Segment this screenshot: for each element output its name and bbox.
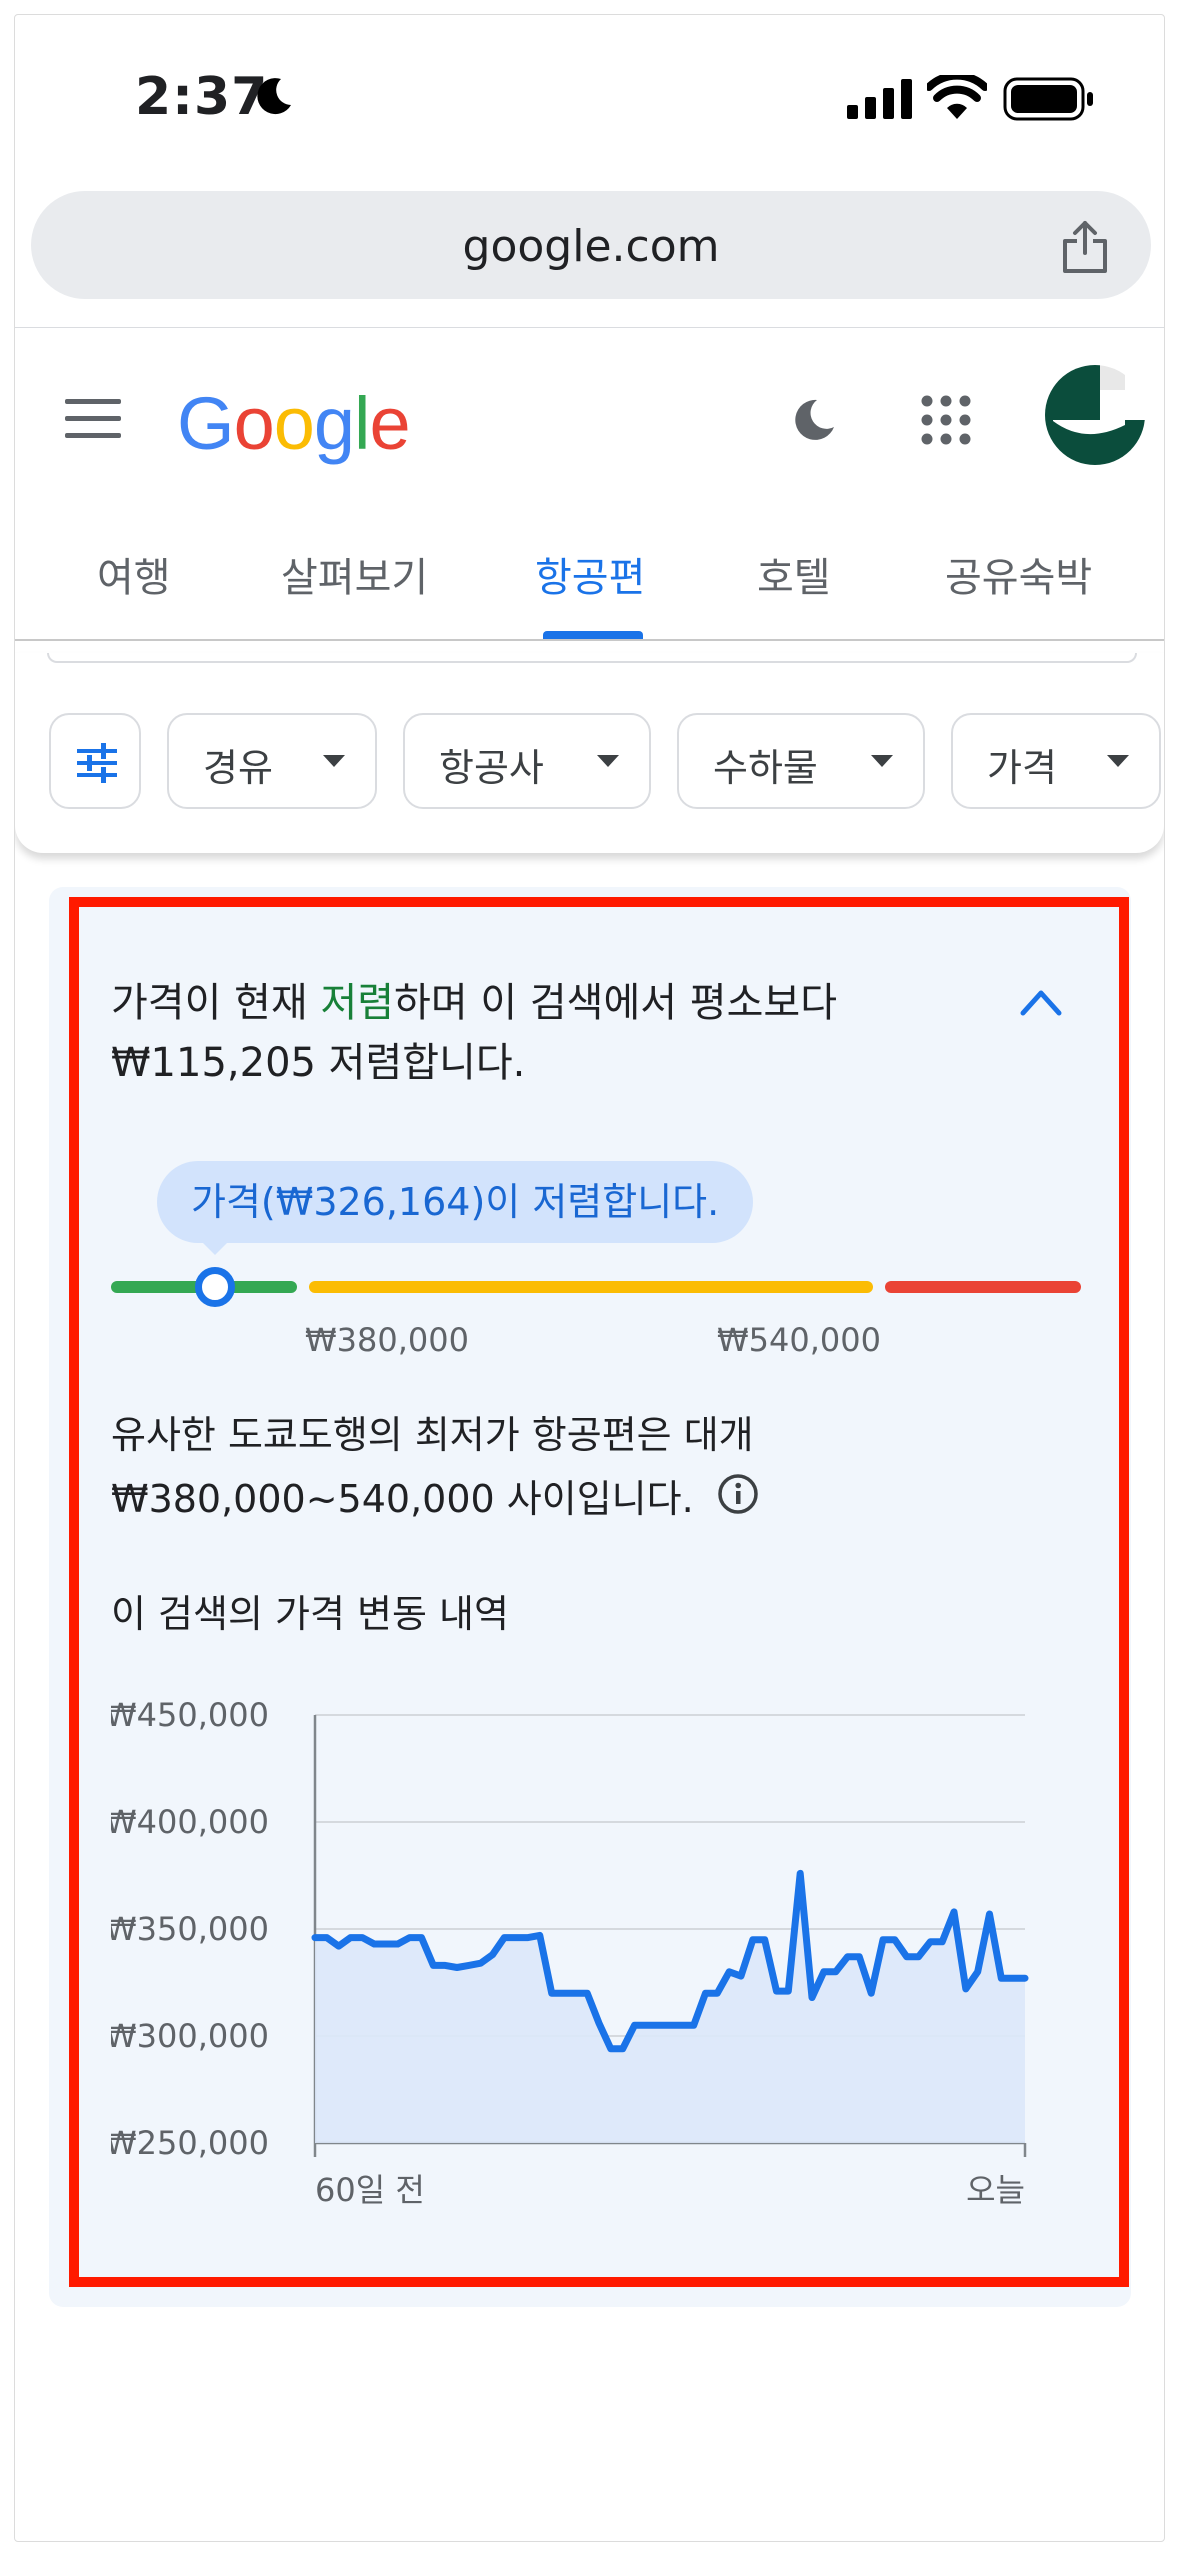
status-bar: 2:37 [15, 15, 1164, 165]
hamburger-menu-icon[interactable] [65, 399, 121, 439]
logo-letter: l [354, 382, 370, 465]
active-tab-indicator [543, 631, 643, 639]
logo-letter: e [369, 382, 410, 465]
x-tick-label: 오늘 [966, 2171, 1025, 2209]
y-tick-label: ₩300,000 [111, 2017, 269, 2055]
filter-label: 수하물 [713, 746, 818, 790]
collapse-chevron-up-icon[interactable] [1019, 987, 1063, 1017]
filter-stops-chip[interactable]: 경유 [167, 713, 377, 809]
range-low-tick: ₩380,000 [305, 1321, 469, 1359]
logo-letter: G [177, 382, 235, 465]
headline-cheap-word: 저렴 [320, 980, 395, 1026]
dropdown-caret-icon [871, 755, 893, 767]
logo-letter: g [313, 382, 355, 465]
address-bar[interactable]: google.com [31, 191, 1151, 299]
tabs-divider [15, 639, 1164, 641]
price-insight-headline: 가격이 현재 저렴하며 이 검색에서 평소보다 ₩115,205 저렴합니다. [111, 973, 991, 1093]
price-history-title: 이 검색의 가격 변동 내역 [111, 1592, 509, 1636]
dropdown-caret-icon [597, 755, 619, 767]
avatar-image-icon [1045, 365, 1145, 465]
filter-label: 가격 [987, 746, 1057, 790]
divider [15, 327, 1164, 328]
all-filters-button[interactable] [49, 713, 141, 809]
dropdown-caret-icon [323, 755, 345, 767]
price-range-high-segment [885, 1281, 1081, 1293]
info-icon[interactable] [717, 1473, 759, 1515]
y-tick-label: ₩400,000 [111, 1803, 269, 1841]
price-range-typical-segment [309, 1281, 873, 1293]
focus-moon-icon [257, 78, 291, 115]
y-tick-label: ₩450,000 [111, 1696, 269, 1734]
browser-frame: 2:37 google.com Google 여행 살펴보기 항공편 호텔 공유… [14, 14, 1165, 2542]
current-price-marker [195, 1267, 235, 1307]
series-area [315, 1873, 1025, 2143]
dark-mode-moon-icon[interactable] [791, 397, 837, 443]
headline-pre: 가격이 현재 [111, 980, 321, 1026]
cellular-signal-icon [847, 79, 912, 119]
bubble-tail [199, 1239, 231, 1255]
typical-range-text: 유사한 도쿄도행의 최저가 항공편은 대개 ₩380,000~540,000 사… [111, 1413, 754, 1521]
dropdown-caret-icon [1107, 755, 1129, 767]
filters-card: 경유 항공사 수하물 가격 [15, 653, 1164, 853]
url-text: google.com [462, 221, 720, 272]
logo-letter: o [273, 382, 315, 465]
filter-bags-chip[interactable]: 수하물 [677, 713, 925, 809]
google-apps-grid-icon[interactable] [921, 395, 971, 445]
tab-hotels[interactable]: 호텔 [757, 545, 831, 603]
share-icon[interactable] [1059, 219, 1111, 275]
y-tick-label: ₩250,000 [111, 2124, 269, 2162]
filter-label: 항공사 [439, 746, 544, 790]
tab-flights[interactable]: 항공편 [535, 545, 645, 603]
filter-airlines-chip[interactable]: 항공사 [403, 713, 651, 809]
wifi-icon [927, 75, 987, 119]
tab-vacation-rentals[interactable]: 공유숙박 [945, 545, 1092, 603]
tab-explore[interactable]: 살펴보기 [281, 545, 428, 603]
range-high-tick: ₩540,000 [717, 1321, 881, 1359]
y-tick-label: ₩350,000 [111, 1910, 269, 1948]
status-time: 2:37 [135, 67, 269, 127]
account-avatar[interactable] [1045, 365, 1145, 465]
tab-travel[interactable]: 여행 [97, 545, 171, 603]
filter-price-chip[interactable]: 가격 [951, 713, 1161, 809]
logo-letter: o [233, 382, 275, 465]
battery-icon [1003, 77, 1093, 121]
price-history-chart: ₩450,000 ₩400,000 ₩350,000 ₩300,000 ₩250,000… [111, 1696, 1029, 2209]
x-tick-label: 60일 전 [315, 2171, 425, 2209]
google-logo[interactable]: Google [177, 381, 411, 466]
tune-sliders-icon [77, 743, 117, 783]
search-box-edge [47, 653, 1137, 663]
current-price-bubble: 가격(₩326,164)이 저렴합니다. [157, 1161, 754, 1243]
vertical-tabs: 여행 살펴보기 항공편 호텔 공유숙박 [15, 545, 1164, 645]
filter-label: 경유 [203, 746, 273, 790]
